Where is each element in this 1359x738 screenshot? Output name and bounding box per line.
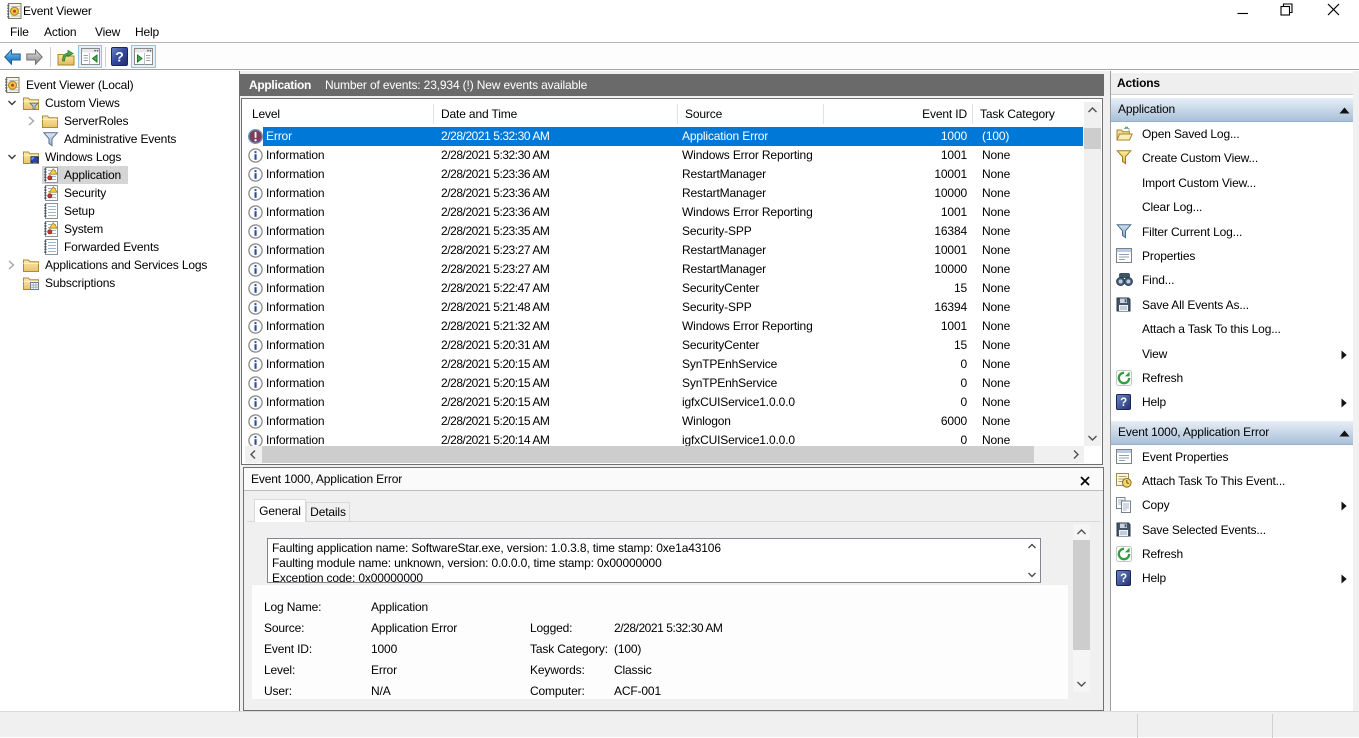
svg-text:?: ?	[115, 49, 123, 65]
svg-text:?: ?	[1120, 397, 1127, 409]
svg-text:?: ?	[1120, 573, 1127, 585]
